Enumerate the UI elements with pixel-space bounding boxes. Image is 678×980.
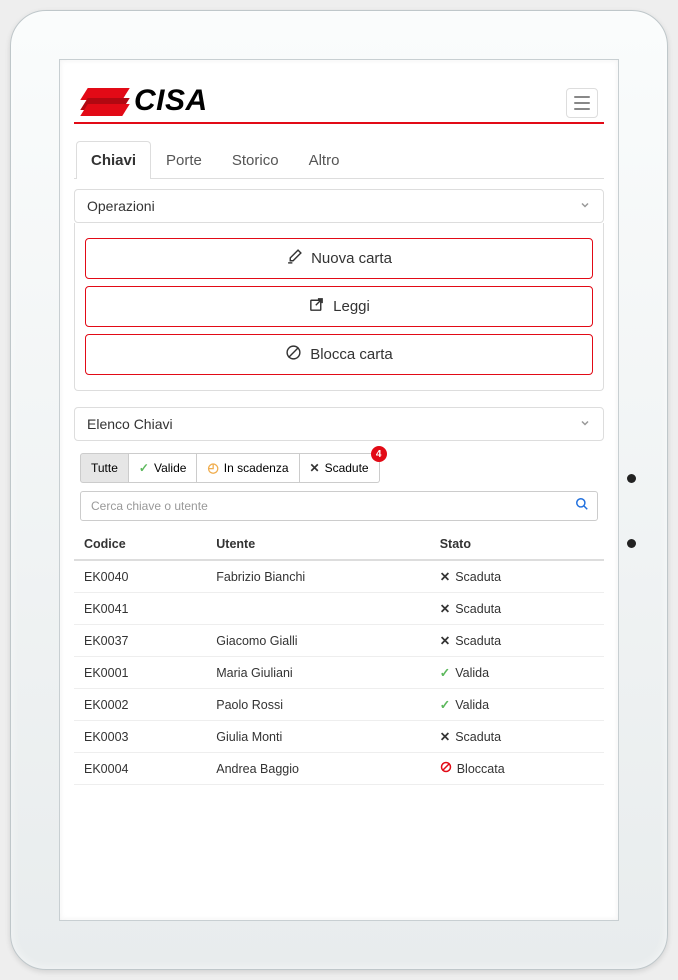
check-icon: ✓: [440, 697, 450, 712]
block-icon: [285, 344, 302, 365]
tab-porte[interactable]: Porte: [151, 141, 217, 179]
filter-valide[interactable]: ✓ Valide: [129, 453, 198, 483]
badge-count: 4: [371, 446, 387, 462]
chevron-down-icon: [579, 199, 591, 214]
new-card-label: Nuova carta: [311, 250, 392, 267]
cell-codice: EK0003: [74, 721, 206, 753]
cell-utente: [206, 593, 429, 625]
cell-codice: EK0001: [74, 657, 206, 689]
block-icon: [440, 761, 452, 776]
panel-operazioni-title: Operazioni: [87, 198, 155, 214]
cell-stato: ✓Valida: [430, 689, 604, 721]
panel-elenco-title: Elenco Chiavi: [87, 416, 173, 432]
x-icon: ✕: [440, 601, 450, 616]
search-field[interactable]: [80, 491, 598, 521]
x-icon: ✕: [440, 633, 450, 648]
table-row[interactable]: EK0004Andrea BaggioBloccata: [74, 753, 604, 785]
filter-scadute[interactable]: ✕ Scadute 4: [300, 453, 380, 483]
cell-codice: EK0004: [74, 753, 206, 785]
x-icon: ✕: [440, 729, 450, 744]
cell-utente: Fabrizio Bianchi: [206, 560, 429, 593]
external-link-icon: [308, 296, 325, 317]
filter-valide-label: Valide: [154, 461, 186, 475]
cell-stato: ✕Scaduta: [430, 560, 604, 593]
hamburger-menu-button[interactable]: [566, 88, 598, 118]
filter-in-scadenza[interactable]: ◴ In scadenza: [197, 453, 299, 483]
cell-codice: EK0040: [74, 560, 206, 593]
filter-bar: Tutte ✓ Valide ◴ In scadenza ✕ Scadute 4: [74, 447, 604, 483]
tablet-frame: CISA Chiavi Porte Storico Altro Operazio…: [10, 10, 668, 970]
brand: CISA: [80, 84, 208, 118]
cell-utente: Giacomo Gialli: [206, 625, 429, 657]
cell-codice: EK0041: [74, 593, 206, 625]
cell-utente: Giulia Monti: [206, 721, 429, 753]
cisa-logo-icon: [80, 86, 128, 116]
panel-operazioni-header[interactable]: Operazioni: [74, 189, 604, 223]
table-row[interactable]: EK0037Giacomo Gialli✕Scaduta: [74, 625, 604, 657]
chevron-down-icon: [579, 417, 591, 432]
block-card-label: Blocca carta: [310, 346, 393, 363]
filter-scadute-label: Scadute: [325, 461, 369, 475]
edit-icon: [286, 248, 303, 269]
cell-stato: ✓Valida: [430, 657, 604, 689]
x-icon: ✕: [440, 569, 450, 584]
cell-codice: EK0037: [74, 625, 206, 657]
table-row[interactable]: EK0003Giulia Monti✕Scaduta: [74, 721, 604, 753]
tablet-screen: CISA Chiavi Porte Storico Altro Operazio…: [59, 59, 619, 921]
tab-altro[interactable]: Altro: [294, 141, 355, 179]
cell-stato: ✕Scaduta: [430, 593, 604, 625]
table-row[interactable]: EK0040Fabrizio Bianchi✕Scaduta: [74, 560, 604, 593]
read-label: Leggi: [333, 298, 370, 315]
main-tabs: Chiavi Porte Storico Altro: [74, 140, 604, 179]
cell-stato: Bloccata: [430, 753, 604, 785]
keys-table: Codice Utente Stato EK0040Fabrizio Bianc…: [74, 529, 604, 785]
cell-stato: ✕Scaduta: [430, 721, 604, 753]
read-button[interactable]: Leggi: [85, 286, 593, 327]
cell-utente: Paolo Rossi: [206, 689, 429, 721]
brand-name: CISA: [134, 84, 208, 118]
col-stato[interactable]: Stato: [430, 529, 604, 560]
table-row[interactable]: EK0002Paolo Rossi✓Valida: [74, 689, 604, 721]
col-codice[interactable]: Codice: [74, 529, 206, 560]
tab-chiavi[interactable]: Chiavi: [76, 141, 151, 179]
filter-tutte[interactable]: Tutte: [80, 453, 129, 483]
col-utente[interactable]: Utente: [206, 529, 429, 560]
tab-storico[interactable]: Storico: [217, 141, 294, 179]
table-row[interactable]: EK0041 ✕Scaduta: [74, 593, 604, 625]
hardware-dot: [627, 539, 636, 548]
new-card-button[interactable]: Nuova carta: [85, 238, 593, 279]
cell-utente: Maria Giuliani: [206, 657, 429, 689]
cell-utente: Andrea Baggio: [206, 753, 429, 785]
x-icon: ✕: [310, 461, 320, 475]
block-card-button[interactable]: Blocca carta: [85, 334, 593, 375]
table-row[interactable]: EK0001Maria Giuliani✓Valida: [74, 657, 604, 689]
panel-elenco-header[interactable]: Elenco Chiavi: [74, 407, 604, 441]
check-icon: ✓: [139, 461, 149, 475]
cell-stato: ✕Scaduta: [430, 625, 604, 657]
panel-operazioni-body: Nuova carta Leggi Blocca carta: [74, 223, 604, 391]
hardware-dot: [627, 474, 636, 483]
search-input[interactable]: [89, 492, 575, 520]
app-header: CISA: [74, 84, 604, 124]
check-icon: ✓: [440, 665, 450, 680]
filter-in-scadenza-label: In scadenza: [224, 461, 289, 475]
cell-codice: EK0002: [74, 689, 206, 721]
clock-warning-icon: ◴: [207, 460, 218, 476]
search-icon: [575, 497, 589, 516]
